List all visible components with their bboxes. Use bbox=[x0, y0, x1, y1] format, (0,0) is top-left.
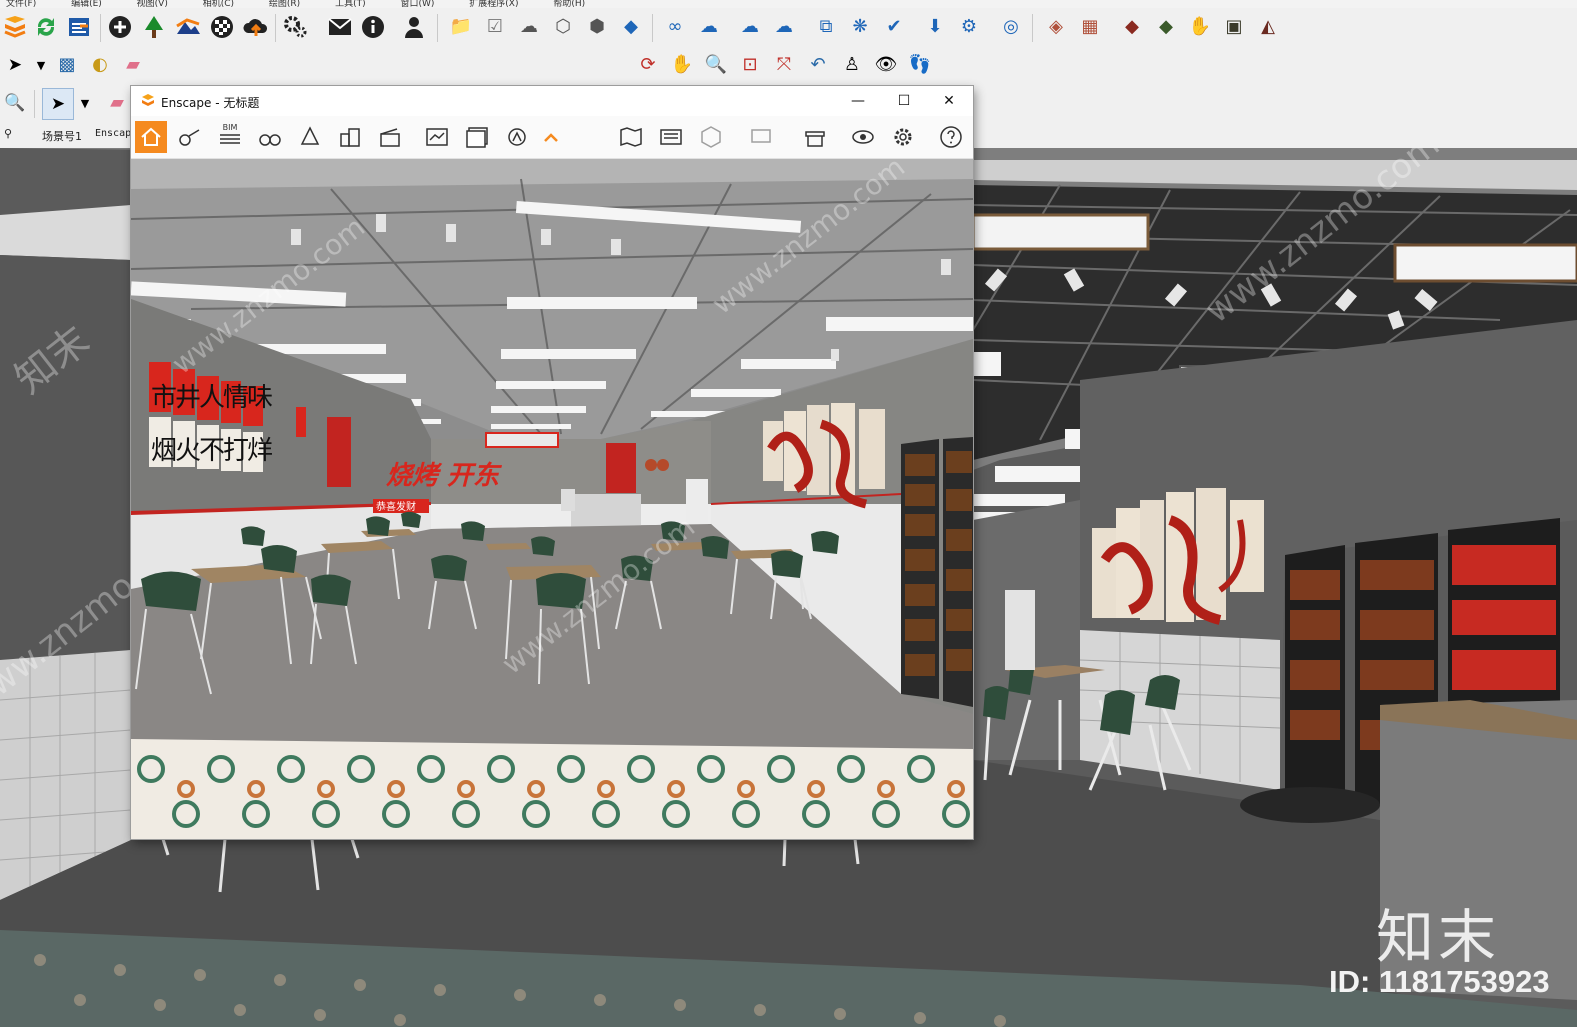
enscape-render-view[interactable]: 市井人情味 烟火不打烊 烧烤 开东 恭喜发财 火锅 bbox=[131, 159, 973, 839]
pan-icon[interactable]: ✋ bbox=[667, 50, 697, 80]
secondary-toolbar: ➤ ▼ ▩ ◐ ▰ ⟳ ✋ 🔍 ⊡ ⤧ ↶ ♙ 👁 👣 bbox=[0, 50, 1577, 84]
tri-icon[interactable]: ◭ bbox=[1253, 12, 1283, 42]
component-icon[interactable]: ▩ bbox=[52, 50, 82, 80]
zoom-window-icon[interactable]: ⊡ bbox=[735, 50, 765, 80]
restaurant-render: 市井人情味 烟火不打烊 烧烤 开东 恭喜发财 火锅 bbox=[131, 159, 973, 839]
download-icon[interactable]: ⬇ bbox=[920, 12, 950, 42]
collapse-chevron-icon[interactable] bbox=[535, 121, 567, 153]
map-icon[interactable] bbox=[615, 121, 647, 153]
maximize-button[interactable]: ☐ bbox=[884, 90, 924, 112]
export-icon[interactable] bbox=[64, 12, 94, 42]
orbit-icon[interactable]: ⟳ bbox=[633, 50, 663, 80]
tertiary-toolbar: 🔍 ➤ ▼ ▰ bbox=[0, 88, 131, 122]
paint-icon[interactable]: ◐ bbox=[85, 50, 115, 80]
wall-banner-line2: 烟火不打烊 bbox=[151, 436, 272, 466]
toolbar-separator bbox=[652, 14, 653, 42]
cloud-icon[interactable]: ☁ bbox=[514, 12, 544, 42]
toolbar-separator bbox=[34, 90, 35, 118]
molecule-icon[interactable]: ❋ bbox=[845, 12, 875, 42]
user-icon[interactable] bbox=[399, 12, 429, 42]
undo-icon[interactable] bbox=[0, 12, 30, 42]
zoom-extents-icon[interactable]: ⤧ bbox=[769, 50, 799, 80]
main-toolbar: 📁 ☑ ☁ ⬡ ⬢ ◆ ∞ ☁ ☁ ☁ ⧉ ❋ ✔ ⬇ ⚙ ◎ ◈ ▦ ◆ ◆ … bbox=[0, 12, 1290, 46]
enscape-toolbar: BIM bbox=[131, 116, 973, 159]
cube-icon[interactable] bbox=[695, 121, 727, 153]
map-icon[interactable]: ▦ bbox=[1075, 12, 1105, 42]
toolbar-separator bbox=[275, 14, 276, 42]
look-around-icon[interactable]: 👁 bbox=[871, 50, 901, 80]
wall-banner-line1: 市井人情味 bbox=[151, 383, 273, 413]
eraser-icon[interactable]: ▰ bbox=[102, 88, 132, 118]
enscape-window[interactable]: Enscape - 无标题 — ☐ ✕ BIM 市井人情味 烟火不打烊 烧烤 开… bbox=[131, 86, 973, 839]
small-sign: 恭喜发财 bbox=[376, 500, 416, 513]
toolbar-separator bbox=[100, 14, 101, 42]
toolbar-separator bbox=[1032, 14, 1033, 42]
screenshot-icon[interactable] bbox=[421, 121, 453, 153]
sync-views-icon[interactable] bbox=[655, 121, 687, 153]
bim-icon[interactable]: BIM bbox=[214, 121, 246, 153]
check-circle-icon[interactable]: ✔ bbox=[879, 12, 909, 42]
frame-icon[interactable]: ⧉ bbox=[811, 12, 841, 42]
diamond-icon[interactable]: ◆ bbox=[616, 12, 646, 42]
zoom-icon[interactable]: 🔍 bbox=[701, 50, 731, 80]
checker-icon[interactable] bbox=[207, 12, 237, 42]
tour-icon[interactable] bbox=[174, 121, 206, 153]
enscape-titlebar[interactable]: Enscape - 无标题 — ☐ ✕ bbox=[131, 86, 973, 116]
minimize-button[interactable]: — bbox=[838, 90, 878, 112]
light-icon[interactable] bbox=[294, 121, 326, 153]
sketch-icon[interactable]: ◈ bbox=[1041, 12, 1071, 42]
clapper-icon[interactable] bbox=[374, 121, 406, 153]
visual-settings-icon[interactable] bbox=[847, 121, 879, 153]
zoom-icon[interactable]: 🔍 bbox=[0, 88, 30, 118]
refresh-icon[interactable] bbox=[31, 12, 61, 42]
asset-library-icon[interactable] bbox=[799, 121, 831, 153]
settings-icon[interactable] bbox=[887, 121, 919, 153]
image-id-label: ID: 1181753923 bbox=[1329, 964, 1550, 999]
cube-icon[interactable]: ⬡ bbox=[548, 12, 578, 42]
landscape-icon[interactable] bbox=[173, 12, 203, 42]
vr-icon[interactable] bbox=[745, 121, 777, 153]
add-icon[interactable] bbox=[105, 12, 135, 42]
position-camera-icon[interactable]: ♙ bbox=[837, 50, 867, 80]
cloud-list-icon[interactable]: ☁ bbox=[769, 12, 799, 42]
tab-scene-1[interactable]: 场景号1 bbox=[42, 128, 82, 144]
gear-plugin-icon[interactable] bbox=[280, 12, 310, 42]
tab-enscape[interactable]: Enscap bbox=[95, 128, 131, 139]
board-icon[interactable]: ▣ bbox=[1219, 12, 1249, 42]
toolbar-separator bbox=[437, 14, 438, 42]
enscape-logo-icon bbox=[142, 94, 154, 106]
scene-tabs: ⚲ 场景号1 Enscap bbox=[0, 126, 131, 146]
eraser-icon[interactable]: ▰ bbox=[118, 50, 148, 80]
close-button[interactable]: ✕ bbox=[929, 90, 969, 112]
search-icon[interactable]: ⚲ bbox=[4, 127, 12, 140]
brand-watermark: 知末 bbox=[1376, 903, 1501, 971]
info-icon[interactable] bbox=[358, 12, 388, 42]
binoculars-icon[interactable] bbox=[254, 121, 286, 153]
terrain2-icon[interactable]: ◆ bbox=[1151, 12, 1181, 42]
dropdown-icon[interactable]: ▼ bbox=[70, 88, 100, 118]
checkbox-icon[interactable]: ☑ bbox=[480, 12, 510, 42]
folder-icon[interactable]: 📁 bbox=[446, 12, 476, 42]
link-icon[interactable]: ∞ bbox=[660, 12, 690, 42]
bim-label: BIM bbox=[222, 122, 238, 132]
glove-icon[interactable]: ✋ bbox=[1185, 12, 1215, 42]
chrome-icon[interactable]: ◎ bbox=[996, 12, 1026, 42]
terrain-icon[interactable]: ◆ bbox=[1117, 12, 1147, 42]
cloud-upload-icon[interactable] bbox=[241, 12, 271, 42]
settings-icon[interactable]: ⚙ bbox=[954, 12, 984, 42]
batch-render-icon[interactable] bbox=[461, 121, 493, 153]
walk-icon[interactable]: 👣 bbox=[905, 50, 935, 80]
previous-view-icon[interactable]: ↶ bbox=[803, 50, 833, 80]
transform-icon[interactable]: ⬢ bbox=[582, 12, 612, 42]
mail-icon[interactable] bbox=[325, 12, 355, 42]
neon-sign: 烧烤 开东 bbox=[386, 461, 503, 491]
panorama-icon[interactable] bbox=[501, 121, 533, 153]
cloud-sync-icon[interactable]: ☁ bbox=[735, 12, 765, 42]
buildings-icon[interactable] bbox=[334, 121, 366, 153]
tree-icon[interactable] bbox=[139, 12, 169, 42]
cloud-search-icon[interactable]: ☁ bbox=[694, 12, 724, 42]
home-icon[interactable] bbox=[135, 121, 167, 153]
help-icon[interactable] bbox=[935, 121, 967, 153]
enscape-window-title: Enscape - 无标题 bbox=[161, 96, 260, 110]
